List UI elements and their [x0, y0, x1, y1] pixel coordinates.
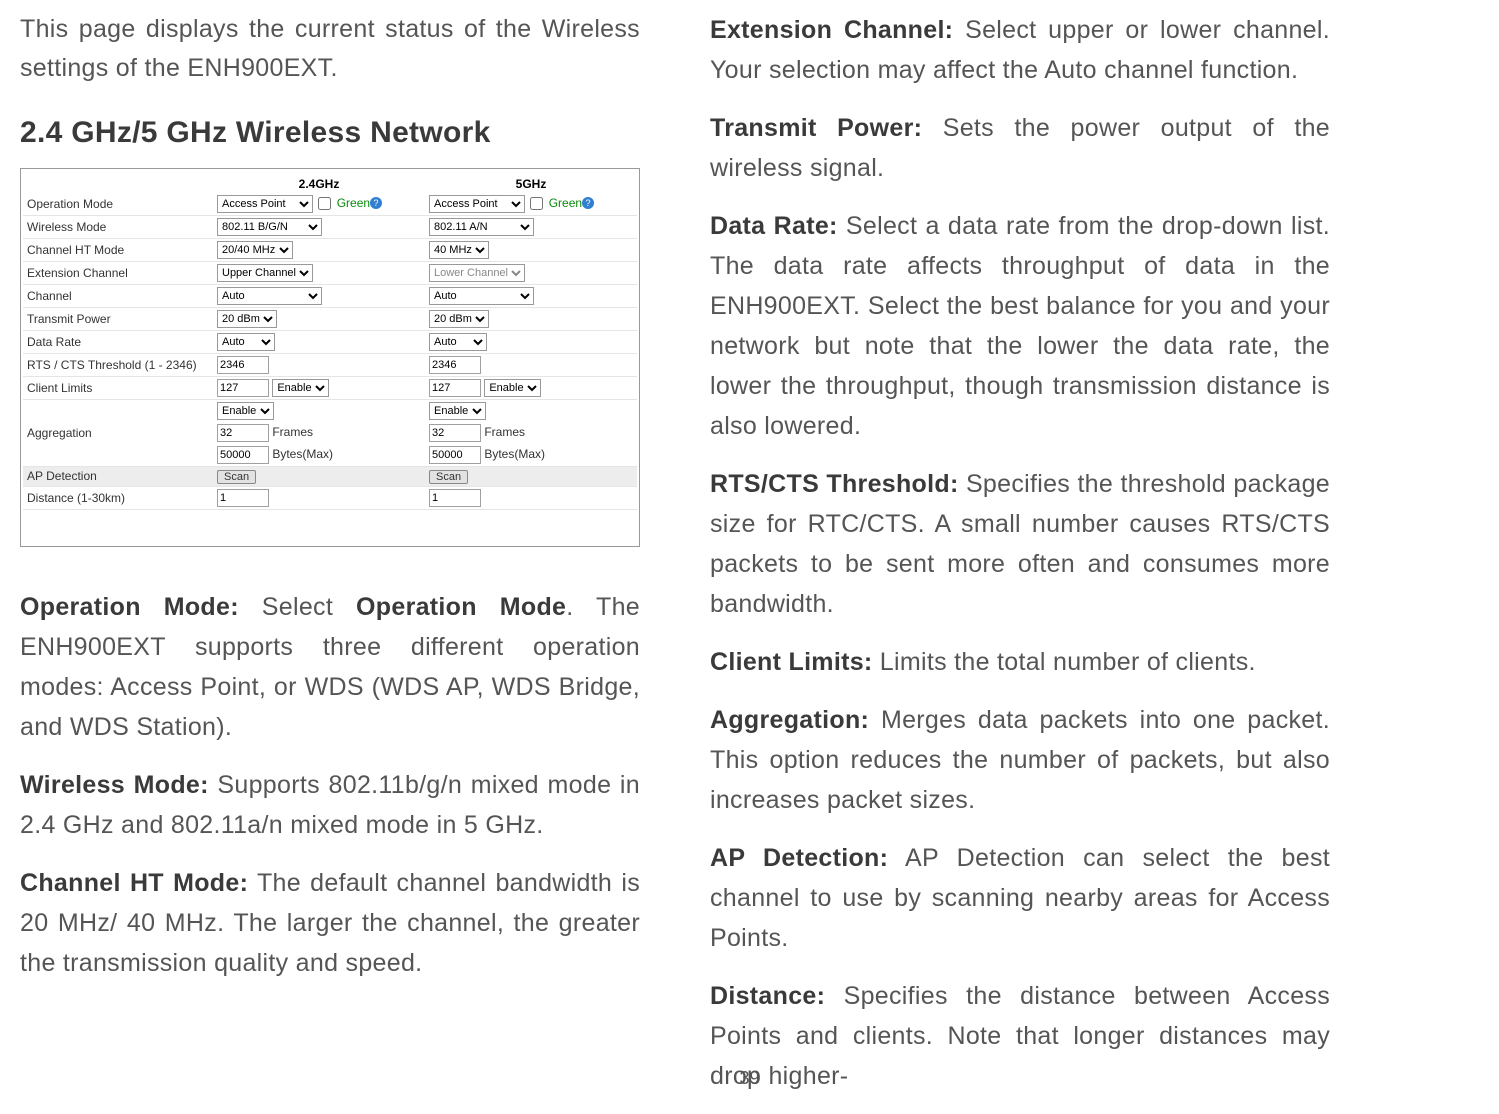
aggregation-frames-5-input[interactable]: [429, 424, 481, 442]
aggregation-24-enable[interactable]: Enable: [217, 402, 274, 420]
distance-24-input[interactable]: [217, 489, 269, 507]
green-label-24: Green: [337, 196, 370, 210]
row-aggregation: Aggregation: [23, 399, 213, 466]
rts-24-input[interactable]: [217, 356, 269, 374]
desc-rts-threshold: RTS/CTS Threshold: Specifies the thresho…: [710, 464, 1330, 624]
green-label-5: Green: [549, 196, 582, 210]
rts-5-input[interactable]: [429, 356, 481, 374]
desc-extension-channel: Extension Channel: Select upper or lower…: [710, 10, 1330, 90]
settings-table-container: 2.4GHz 5GHz Operation Mode Access Point …: [20, 168, 640, 547]
row-channel: Channel: [23, 284, 213, 307]
desc-transmit-power: Transmit Power: Sets the power output of…: [710, 108, 1330, 188]
row-client-limits: Client Limits: [23, 376, 213, 399]
desc-data-rate: Data Rate: Select a data rate from the d…: [710, 206, 1330, 446]
right-column: Extension Channel: Select upper or lower…: [710, 10, 1330, 1114]
page-number: 39: [739, 1068, 759, 1089]
operation-mode-24-select[interactable]: Access Point: [217, 195, 313, 213]
row-data-rate: Data Rate: [23, 330, 213, 353]
desc-channel-ht: Channel HT Mode: The default channel ban…: [20, 863, 640, 983]
section-heading: 2.4 GHz/5 GHz Wireless Network: [20, 116, 640, 150]
scan-5-button[interactable]: Scan: [429, 470, 468, 484]
desc-operation-mode: Operation Mode: Select Operation Mode. T…: [20, 587, 640, 747]
row-channel-ht: Channel HT Mode: [23, 238, 213, 261]
row-transmit-power: Transmit Power: [23, 307, 213, 330]
desc-ap-detection: AP Detection: AP Detection can select th…: [710, 838, 1330, 958]
info-icon[interactable]: ?: [370, 197, 382, 209]
intro-paragraph: This page displays the current status of…: [20, 10, 640, 88]
extension-channel-5-select[interactable]: Lower Channel: [429, 264, 525, 282]
frames-label: Frames: [272, 425, 313, 439]
header-24ghz: 2.4GHz: [213, 175, 425, 193]
green-5-checkbox[interactable]: [530, 197, 543, 210]
channel-24-select[interactable]: Auto: [217, 287, 322, 305]
left-column: This page displays the current status of…: [20, 10, 640, 1114]
transmit-power-24-select[interactable]: 20 dBm: [217, 310, 277, 328]
transmit-power-5-select[interactable]: 20 dBm: [429, 310, 489, 328]
extension-channel-24-select[interactable]: Upper Channel: [217, 264, 313, 282]
desc-distance: Distance: Specifies the distance between…: [710, 976, 1330, 1096]
operation-mode-5-select[interactable]: Access Point: [429, 195, 525, 213]
bytes-label: Bytes(Max): [484, 447, 545, 461]
green-24-checkbox[interactable]: [318, 197, 331, 210]
data-rate-24-select[interactable]: Auto: [217, 333, 275, 351]
client-limits-24-input[interactable]: [217, 379, 269, 397]
wireless-mode-5-select[interactable]: 802.11 A/N: [429, 218, 534, 236]
frames-label: Frames: [484, 425, 525, 439]
distance-5-input[interactable]: [429, 489, 481, 507]
aggregation-bytes-5-input[interactable]: [429, 446, 481, 464]
client-limits-5-input[interactable]: [429, 379, 481, 397]
client-limits-5-enable[interactable]: Enable: [484, 379, 541, 397]
row-wireless-mode: Wireless Mode: [23, 215, 213, 238]
channel-ht-24-select[interactable]: 20/40 MHz: [217, 241, 293, 259]
row-extension-channel: Extension Channel: [23, 261, 213, 284]
aggregation-bytes-24-input[interactable]: [217, 446, 269, 464]
row-ap-detection: AP Detection: [23, 466, 213, 486]
client-limits-24-enable[interactable]: Enable: [272, 379, 329, 397]
scan-24-button[interactable]: Scan: [217, 470, 256, 484]
desc-wireless-mode: Wireless Mode: Supports 802.11b/g/n mixe…: [20, 765, 640, 845]
channel-5-select[interactable]: Auto: [429, 287, 534, 305]
aggregation-frames-24-input[interactable]: [217, 424, 269, 442]
data-rate-5-select[interactable]: Auto: [429, 333, 487, 351]
row-rts-threshold: RTS / CTS Threshold (1 - 2346): [23, 353, 213, 376]
settings-table: 2.4GHz 5GHz Operation Mode Access Point …: [23, 175, 637, 510]
info-icon[interactable]: ?: [582, 197, 594, 209]
row-distance: Distance (1-30km): [23, 486, 213, 509]
wireless-mode-24-select[interactable]: 802.11 B/G/N: [217, 218, 322, 236]
aggregation-5-enable[interactable]: Enable: [429, 402, 486, 420]
desc-aggregation: Aggregation: Merges data packets into on…: [710, 700, 1330, 820]
channel-ht-5-select[interactable]: 40 MHz: [429, 241, 489, 259]
bytes-label: Bytes(Max): [272, 447, 333, 461]
desc-client-limits: Client Limits: Limits the total number o…: [710, 642, 1330, 682]
header-5ghz: 5GHz: [425, 175, 637, 193]
row-operation-mode: Operation Mode: [23, 193, 213, 216]
